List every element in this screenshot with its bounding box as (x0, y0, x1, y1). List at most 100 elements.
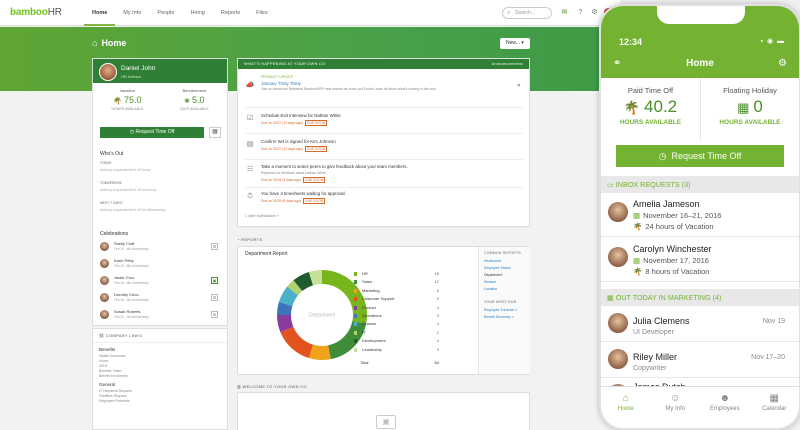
donut-slice-marketing[interactable] (308, 344, 331, 360)
close-icon[interactable]: ✕ (517, 83, 521, 89)
legend-value[interactable]: 12 (435, 279, 439, 284)
list-item[interactable]: Amelia Jameson ▦ November 16–21, 2016 🌴 24… (601, 193, 799, 237)
legend-value[interactable]: 3 (437, 347, 439, 352)
gift-icon[interactable]: ✉ (211, 311, 218, 318)
legend-row[interactable]: HR 18 (354, 271, 439, 279)
report-link[interactable]: Location (479, 285, 530, 292)
nav-reports[interactable]: Reports (213, 0, 248, 26)
tab-home[interactable]: ⌂ Home (601, 387, 651, 428)
donut-slice-leadership[interactable] (308, 270, 323, 286)
legend-row[interactable]: Product 4 (354, 305, 439, 313)
department-report-card: Department Report Department HR 18 Sales 12… (237, 246, 530, 375)
donut-slice-product[interactable] (277, 314, 294, 333)
company-link[interactable]: Employee Referrals (93, 398, 227, 403)
notification-due: Due on 02/27 (10 days ago) (261, 121, 304, 125)
tab-employees[interactable]: ☻ Employees (700, 387, 750, 428)
legend-value[interactable]: 4 (437, 338, 439, 343)
notification-desc: Requests for feedback about Nathan White (261, 171, 326, 175)
settings-icon[interactable]: ⚙ (778, 58, 787, 69)
announcements-link[interactable]: Announcements (492, 59, 523, 69)
legend-value[interactable]: 4 (437, 305, 439, 310)
search-input[interactable]: ⌕ Search... (502, 7, 552, 19)
phone-request-time-off-button[interactable]: ◷ Request Time Off (616, 145, 784, 167)
tab-my-info[interactable]: ☺ My Info (651, 387, 701, 428)
gear-icon[interactable]: ⚙ (590, 8, 599, 17)
list-item[interactable]: Julia Clemens UI Developer Nov 19 (601, 306, 799, 342)
legend-row[interactable]: Development 4 (354, 338, 439, 346)
legend-value[interactable]: 2 (437, 330, 439, 335)
donut-slice-finance[interactable] (278, 286, 299, 307)
legend-label: Leadership (362, 346, 382, 352)
notification-item[interactable]: ☷ Take a moment to select peers to give … (245, 164, 523, 186)
donut-slice-operations[interactable] (277, 301, 293, 316)
donut-slice-it[interactable] (287, 280, 303, 296)
link-icon: ⛓ (99, 333, 106, 338)
older-notifications-link[interactable]: 1 older Notifications » (245, 214, 279, 218)
nav-home[interactable]: Home (84, 0, 116, 26)
donut-slice-development[interactable] (293, 271, 314, 292)
inbox-label: INBOX REQUESTS (3) (615, 180, 691, 189)
announcement-item[interactable]: 📣 PRODUCT UPDATE January Thirty Thirty J… (245, 75, 523, 105)
announcement-title[interactable]: January Thirty Thirty (261, 81, 301, 86)
list-item[interactable]: Karin Petty Feb 13 - 6th Anniversary (100, 258, 218, 270)
legend-row[interactable]: Marketing 5 (354, 288, 439, 296)
inbox-icon[interactable]: ✉ (560, 8, 569, 17)
list-item[interactable]: Shelly Cluff Feb 10 - 4th Anniversary ✉ (100, 241, 218, 253)
report-link[interactable]: Employee Turnover » (479, 307, 530, 314)
notification-due: Due on 03/04 (4 days ago) (261, 178, 302, 182)
legend-label: Finance (362, 321, 377, 327)
bamboohr-logo[interactable]: bambooHR (10, 7, 84, 18)
report-link[interactable]: Headcount (479, 258, 530, 265)
bereavement-value: 5.0 (192, 95, 205, 105)
megaphone-icon: 📣 (245, 82, 255, 89)
notification-item[interactable]: ⏱ You have 4 timesheets waiting for appr… (245, 191, 523, 207)
nav-my-info[interactable]: My Info (115, 0, 149, 26)
legend-row[interactable]: Operations 3 (354, 313, 439, 321)
nav-files[interactable]: Files (248, 0, 276, 26)
avatar[interactable] (99, 63, 117, 81)
balances: Vacation 🌴 75.0 HOURS AVAILABLE Bereaveme… (93, 83, 227, 129)
legend-value[interactable]: 3 (437, 313, 439, 318)
list-item[interactable]: Dorothy Chou Feb 16 - 4th Anniversary ✉ (100, 292, 218, 304)
profile-header: Daniel John HR Advisor (93, 59, 227, 83)
reports-section-header: ◔ REPORTS (237, 237, 263, 242)
list-item[interactable]: Susan Roberts Feb 22 - 3rd Anniversary ✉ (100, 309, 218, 321)
legend-row[interactable]: IT 2 (354, 330, 439, 338)
bereavement-sub: DAYS AVAILABLE (180, 107, 209, 111)
help-icon[interactable]: ? (576, 8, 585, 17)
notification-item[interactable]: ▤ Confirm W4 is signed for Kim Johnson D… (245, 139, 523, 155)
id-card-icon: ▣ (376, 415, 396, 429)
report-link[interactable]: Department (479, 272, 530, 279)
calendar-icon[interactable]: ▣ (211, 277, 218, 284)
nav-hiring[interactable]: Hiring (182, 0, 212, 26)
bereavement-balance: Bereavement ❀ 5.0 DAYS AVAILABLE (180, 88, 208, 129)
report-link[interactable]: Division (479, 278, 530, 285)
floating-holiday-balance[interactable]: Floating Holiday ▦ 0 HOURS AVAILABLE (700, 78, 799, 140)
tab-calendar[interactable]: ▦ Calendar (750, 387, 800, 428)
legend-row[interactable]: Leadership 3 (354, 347, 439, 355)
legend-value[interactable]: 4 (437, 321, 439, 326)
profile-name[interactable]: Daniel John (121, 65, 155, 72)
legend-row[interactable]: Sales 12 (354, 279, 439, 287)
legend-value[interactable]: 18 (435, 271, 439, 276)
gift-icon[interactable]: ✉ (211, 243, 218, 250)
request-time-off-button[interactable]: ◷ Request Time Off (100, 127, 204, 138)
nav-people[interactable]: People (149, 0, 182, 26)
out-date: Nov 17–20 (751, 354, 785, 361)
paid-time-off-balance[interactable]: Paid Time Off 🌴 40.2 HOURS AVAILABLE (601, 78, 700, 140)
report-link[interactable]: Employee Status (479, 265, 530, 272)
list-item[interactable]: Carolyn Winchester ▦ November 17, 2016 🌴 8… (601, 238, 799, 282)
donut-slice-customer-support[interactable] (280, 326, 314, 359)
report-link[interactable]: Benefit Summary » (479, 314, 530, 321)
list-item[interactable]: Riley Miller Copywriter Nov 17–20 (601, 342, 799, 378)
notification-item[interactable]: ☑ Schedule Exit Interview for Nathan Whi… (245, 113, 523, 129)
gift-icon[interactable]: ✉ (211, 294, 218, 301)
calculator-icon[interactable]: ▦ (209, 127, 221, 138)
list-item[interactable]: Javier Cruz Feb 16 - 6th Anniversary ▣ (100, 275, 218, 287)
floating-sub: HOURS AVAILABLE (719, 119, 781, 126)
legend-value[interactable]: 9 (437, 296, 439, 301)
legend-row[interactable]: Finance 4 (354, 321, 439, 329)
new-button[interactable]: New... ▾ (500, 38, 530, 49)
legend-row[interactable]: Customer Support 9 (354, 296, 439, 304)
legend-value[interactable]: 5 (437, 288, 439, 293)
